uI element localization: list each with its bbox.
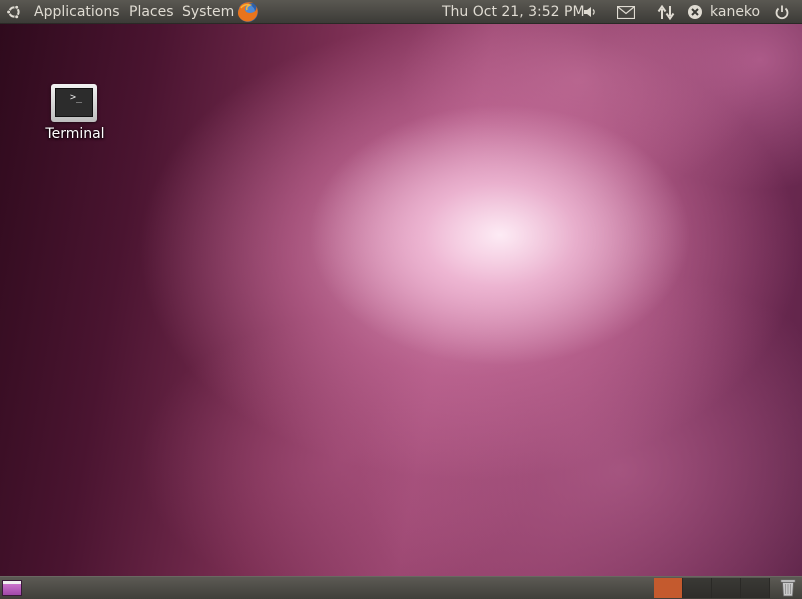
me-menu-icon[interactable] [687,4,703,24]
volume-icon[interactable] [583,5,597,23]
trash-icon[interactable] [780,578,796,597]
terminal-icon[interactable]: >_ [51,84,97,122]
terminal-label[interactable]: Terminal [40,126,110,142]
places-menu[interactable]: Places [129,0,174,24]
workspace-2[interactable] [683,578,712,598]
power-icon[interactable] [774,4,790,24]
workspace-4[interactable] [741,578,770,598]
clock[interactable]: Thu Oct 21, 3:52 PM [442,0,585,24]
system-menu[interactable]: System [182,0,234,24]
desktop-launcher-terminal[interactable]: >_ Terminal [40,82,110,146]
ubuntu-logo-icon[interactable] [6,4,22,24]
mail-icon[interactable] [616,5,636,23]
desktop-screen: Applications Places System Thu Oct 21, 3… [0,0,802,599]
firefox-icon[interactable] [236,0,260,28]
workspace-1[interactable] [654,578,683,598]
top-panel: Applications Places System Thu Oct 21, 3… [0,0,802,24]
show-desktop-icon[interactable] [2,580,22,596]
terminal-icon-prompt: >_ [55,88,93,117]
applications-menu[interactable]: Applications [34,0,120,24]
bottom-panel [0,576,802,599]
network-icon[interactable] [657,4,675,24]
workspace-3[interactable] [712,578,741,598]
username-label[interactable]: kaneko [710,0,760,24]
desktop-wallpaper[interactable] [0,0,802,599]
